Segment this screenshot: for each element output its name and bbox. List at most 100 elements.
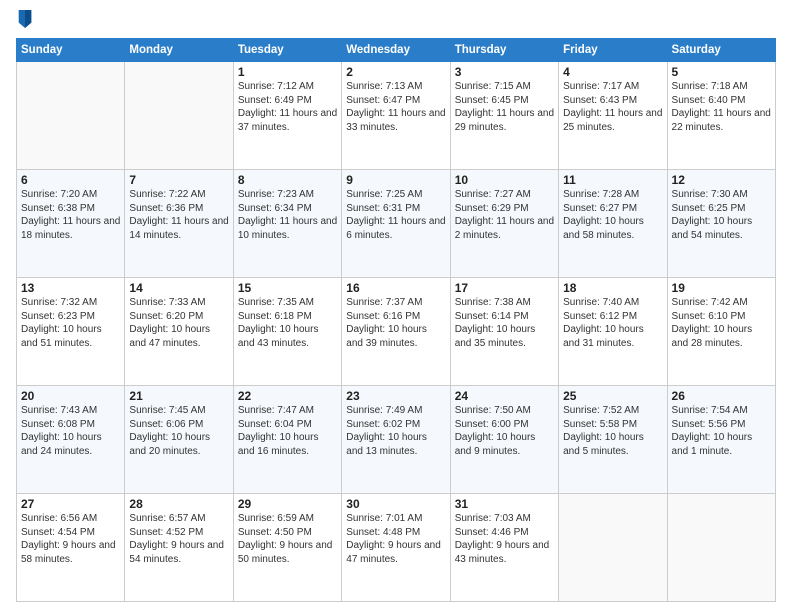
- day-cell: 11Sunrise: 7:28 AMSunset: 6:27 PMDayligh…: [559, 170, 667, 278]
- week-row-2: 6Sunrise: 7:20 AMSunset: 6:38 PMDaylight…: [17, 170, 776, 278]
- day-number: 21: [129, 389, 228, 403]
- day-number: 5: [672, 65, 771, 79]
- day-number: 18: [563, 281, 662, 295]
- day-number: 6: [21, 173, 120, 187]
- day-cell: 27Sunrise: 6:56 AMSunset: 4:54 PMDayligh…: [17, 494, 125, 602]
- day-cell: 1Sunrise: 7:12 AMSunset: 6:49 PMDaylight…: [233, 62, 341, 170]
- day-number: 31: [455, 497, 554, 511]
- day-info: Sunrise: 7:45 AMSunset: 6:06 PMDaylight:…: [129, 404, 228, 458]
- day-info: Sunrise: 7:47 AMSunset: 6:04 PMDaylight:…: [238, 404, 337, 458]
- day-number: 20: [21, 389, 120, 403]
- day-cell: 10Sunrise: 7:27 AMSunset: 6:29 PMDayligh…: [450, 170, 558, 278]
- day-cell: 12Sunrise: 7:30 AMSunset: 6:25 PMDayligh…: [667, 170, 775, 278]
- day-info: Sunrise: 7:50 AMSunset: 6:00 PMDaylight:…: [455, 404, 554, 458]
- day-info: Sunrise: 7:54 AMSunset: 5:56 PMDaylight:…: [672, 404, 771, 458]
- day-info: Sunrise: 7:15 AMSunset: 6:45 PMDaylight:…: [455, 80, 554, 134]
- logo-general: [16, 10, 32, 34]
- day-cell: 30Sunrise: 7:01 AMSunset: 4:48 PMDayligh…: [342, 494, 450, 602]
- logo: [16, 10, 32, 34]
- weekday-header-monday: Monday: [125, 39, 233, 62]
- day-number: 9: [346, 173, 445, 187]
- day-number: 10: [455, 173, 554, 187]
- day-number: 12: [672, 173, 771, 187]
- day-info: Sunrise: 7:22 AMSunset: 6:36 PMDaylight:…: [129, 188, 228, 242]
- day-number: 19: [672, 281, 771, 295]
- day-info: Sunrise: 7:40 AMSunset: 6:12 PMDaylight:…: [563, 296, 662, 350]
- day-number: 11: [563, 173, 662, 187]
- day-info: Sunrise: 7:42 AMSunset: 6:10 PMDaylight:…: [672, 296, 771, 350]
- week-row-5: 27Sunrise: 6:56 AMSunset: 4:54 PMDayligh…: [17, 494, 776, 602]
- day-number: 4: [563, 65, 662, 79]
- day-info: Sunrise: 7:01 AMSunset: 4:48 PMDaylight:…: [346, 512, 445, 566]
- weekday-header-tuesday: Tuesday: [233, 39, 341, 62]
- day-cell: 20Sunrise: 7:43 AMSunset: 6:08 PMDayligh…: [17, 386, 125, 494]
- day-info: Sunrise: 7:32 AMSunset: 6:23 PMDaylight:…: [21, 296, 120, 350]
- day-number: 13: [21, 281, 120, 295]
- day-info: Sunrise: 7:35 AMSunset: 6:18 PMDaylight:…: [238, 296, 337, 350]
- day-number: 23: [346, 389, 445, 403]
- day-cell: 3Sunrise: 7:15 AMSunset: 6:45 PMDaylight…: [450, 62, 558, 170]
- day-cell: 9Sunrise: 7:25 AMSunset: 6:31 PMDaylight…: [342, 170, 450, 278]
- day-info: Sunrise: 7:43 AMSunset: 6:08 PMDaylight:…: [21, 404, 120, 458]
- day-cell: 16Sunrise: 7:37 AMSunset: 6:16 PMDayligh…: [342, 278, 450, 386]
- day-info: Sunrise: 7:30 AMSunset: 6:25 PMDaylight:…: [672, 188, 771, 242]
- weekday-header-friday: Friday: [559, 39, 667, 62]
- day-cell: 23Sunrise: 7:49 AMSunset: 6:02 PMDayligh…: [342, 386, 450, 494]
- day-info: Sunrise: 6:57 AMSunset: 4:52 PMDaylight:…: [129, 512, 228, 566]
- day-cell: 31Sunrise: 7:03 AMSunset: 4:46 PMDayligh…: [450, 494, 558, 602]
- day-info: Sunrise: 7:38 AMSunset: 6:14 PMDaylight:…: [455, 296, 554, 350]
- day-info: Sunrise: 7:13 AMSunset: 6:47 PMDaylight:…: [346, 80, 445, 134]
- day-cell: [667, 494, 775, 602]
- day-info: Sunrise: 6:59 AMSunset: 4:50 PMDaylight:…: [238, 512, 337, 566]
- day-info: Sunrise: 7:37 AMSunset: 6:16 PMDaylight:…: [346, 296, 445, 350]
- day-info: Sunrise: 7:25 AMSunset: 6:31 PMDaylight:…: [346, 188, 445, 242]
- week-row-1: 1Sunrise: 7:12 AMSunset: 6:49 PMDaylight…: [17, 62, 776, 170]
- day-info: Sunrise: 7:20 AMSunset: 6:38 PMDaylight:…: [21, 188, 120, 242]
- day-number: 29: [238, 497, 337, 511]
- day-info: Sunrise: 6:56 AMSunset: 4:54 PMDaylight:…: [21, 512, 120, 566]
- day-cell: 17Sunrise: 7:38 AMSunset: 6:14 PMDayligh…: [450, 278, 558, 386]
- day-cell: 13Sunrise: 7:32 AMSunset: 6:23 PMDayligh…: [17, 278, 125, 386]
- day-number: 26: [672, 389, 771, 403]
- day-cell: 26Sunrise: 7:54 AMSunset: 5:56 PMDayligh…: [667, 386, 775, 494]
- week-row-3: 13Sunrise: 7:32 AMSunset: 6:23 PMDayligh…: [17, 278, 776, 386]
- day-info: Sunrise: 7:49 AMSunset: 6:02 PMDaylight:…: [346, 404, 445, 458]
- weekday-header-row: SundayMondayTuesdayWednesdayThursdayFrid…: [17, 39, 776, 62]
- day-cell: 21Sunrise: 7:45 AMSunset: 6:06 PMDayligh…: [125, 386, 233, 494]
- day-number: 25: [563, 389, 662, 403]
- day-cell: [17, 62, 125, 170]
- day-info: Sunrise: 7:03 AMSunset: 4:46 PMDaylight:…: [455, 512, 554, 566]
- day-cell: 25Sunrise: 7:52 AMSunset: 5:58 PMDayligh…: [559, 386, 667, 494]
- day-number: 17: [455, 281, 554, 295]
- day-info: Sunrise: 7:17 AMSunset: 6:43 PMDaylight:…: [563, 80, 662, 134]
- day-cell: 14Sunrise: 7:33 AMSunset: 6:20 PMDayligh…: [125, 278, 233, 386]
- weekday-header-saturday: Saturday: [667, 39, 775, 62]
- day-cell: 29Sunrise: 6:59 AMSunset: 4:50 PMDayligh…: [233, 494, 341, 602]
- day-cell: [559, 494, 667, 602]
- day-cell: 22Sunrise: 7:47 AMSunset: 6:04 PMDayligh…: [233, 386, 341, 494]
- day-number: 27: [21, 497, 120, 511]
- day-cell: 7Sunrise: 7:22 AMSunset: 6:36 PMDaylight…: [125, 170, 233, 278]
- day-cell: 18Sunrise: 7:40 AMSunset: 6:12 PMDayligh…: [559, 278, 667, 386]
- day-info: Sunrise: 7:28 AMSunset: 6:27 PMDaylight:…: [563, 188, 662, 242]
- day-cell: 15Sunrise: 7:35 AMSunset: 6:18 PMDayligh…: [233, 278, 341, 386]
- day-number: 22: [238, 389, 337, 403]
- header: [16, 10, 776, 34]
- day-info: Sunrise: 7:18 AMSunset: 6:40 PMDaylight:…: [672, 80, 771, 134]
- day-number: 16: [346, 281, 445, 295]
- day-cell: 8Sunrise: 7:23 AMSunset: 6:34 PMDaylight…: [233, 170, 341, 278]
- day-number: 7: [129, 173, 228, 187]
- weekday-header-sunday: Sunday: [17, 39, 125, 62]
- day-cell: 5Sunrise: 7:18 AMSunset: 6:40 PMDaylight…: [667, 62, 775, 170]
- day-info: Sunrise: 7:12 AMSunset: 6:49 PMDaylight:…: [238, 80, 337, 134]
- day-number: 24: [455, 389, 554, 403]
- day-number: 28: [129, 497, 228, 511]
- day-cell: 4Sunrise: 7:17 AMSunset: 6:43 PMDaylight…: [559, 62, 667, 170]
- day-number: 30: [346, 497, 445, 511]
- day-number: 8: [238, 173, 337, 187]
- day-cell: 2Sunrise: 7:13 AMSunset: 6:47 PMDaylight…: [342, 62, 450, 170]
- week-row-4: 20Sunrise: 7:43 AMSunset: 6:08 PMDayligh…: [17, 386, 776, 494]
- day-number: 1: [238, 65, 337, 79]
- day-cell: 28Sunrise: 6:57 AMSunset: 4:52 PMDayligh…: [125, 494, 233, 602]
- weekday-header-thursday: Thursday: [450, 39, 558, 62]
